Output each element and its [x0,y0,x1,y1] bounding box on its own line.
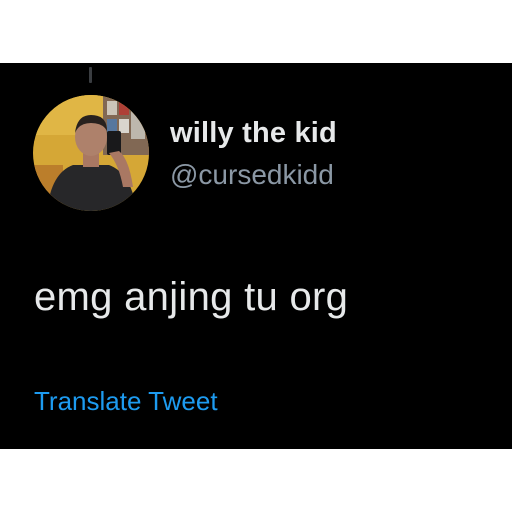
user-handle[interactable]: @cursedkidd [170,159,334,191]
tweet-card: willy the kid @cursedkidd emg anjing tu … [0,63,512,449]
avatar-photo-icon [33,95,149,211]
user-display-name[interactable]: willy the kid [170,117,337,150]
translate-tweet-link[interactable]: Translate Tweet [34,386,218,417]
tweet-body-text: emg anjing tu org [34,275,349,319]
avatar[interactable] [33,95,149,211]
thread-connector-line [89,67,92,83]
screenshot-page: willy the kid @cursedkidd emg anjing tu … [0,0,512,512]
